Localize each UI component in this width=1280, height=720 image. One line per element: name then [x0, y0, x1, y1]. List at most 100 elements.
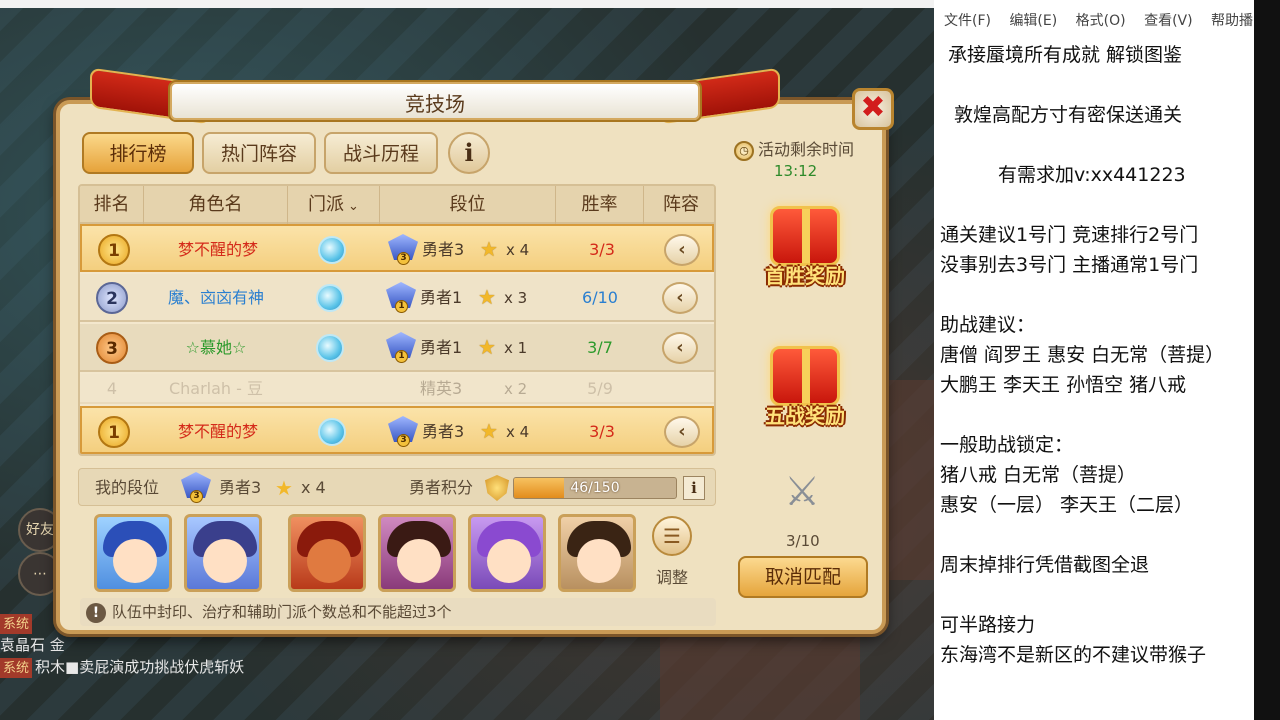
note-line: 没事别去3号门 主播通常1号门 — [940, 254, 1199, 276]
notepad-window: 文件(F) 编辑(E) 格式(O) 查看(V) 帮助播 承接蜃境所有成就 解锁图… — [934, 0, 1254, 720]
gift-box-icon — [770, 206, 840, 266]
star-icon: ★ — [478, 285, 496, 309]
rank-number: 4 — [106, 379, 118, 398]
view-lineup-button[interactable]: ‹ — [664, 416, 700, 448]
star-count: x 2 — [504, 380, 528, 398]
note-line: 大鹏王 李天王 孙悟空 猪八戒 — [940, 374, 1187, 396]
header-winrate: 胜率 — [556, 186, 644, 224]
star-count: x 4 — [506, 423, 530, 441]
screen: 好友 ⋯ 系统 袁晶石 金 系统 积木■卖屁演成功挑战伏虎斩妖 竞技场 ✖ 排行榜… — [0, 0, 1280, 720]
channel-tag: 系统 — [0, 614, 33, 634]
menu-help[interactable]: 帮助播 — [1211, 13, 1253, 29]
note-line: 助战建议： — [940, 314, 1036, 336]
note-line: 东海湾不是新区的不建议带猴子 — [940, 644, 1207, 666]
battle-count: 3/10 — [786, 532, 820, 550]
tier-title: 勇者1 — [420, 288, 463, 307]
view-lineup-button[interactable]: ‹ — [662, 282, 698, 314]
silver-medal-icon: 2 — [96, 282, 128, 314]
note-line: 惠安（一层） 李天王（二层） — [940, 494, 1194, 516]
tier-badge-icon: 3 — [388, 416, 418, 448]
header-rank: 排名 — [80, 186, 144, 224]
hero-portrait[interactable] — [558, 514, 636, 592]
tier-title: 勇者3 — [422, 422, 465, 441]
lineup-tip: ! 队伍中封印、治疗和辅助门派个数总和不能超过3个 — [80, 598, 716, 626]
menu-file[interactable]: 文件(F) — [944, 13, 991, 29]
chevron-left-icon: ‹ — [676, 287, 684, 308]
tier-badge-icon: 1 — [386, 332, 416, 364]
star-count: x 4 — [506, 241, 530, 259]
table-row[interactable]: 3 ☆慕她☆ 1 勇者1 ★ x 1 3/7 ‹ — [80, 324, 714, 372]
header-lineup: 阵容 — [663, 194, 699, 215]
tab-leaderboard[interactable]: 排行榜 — [82, 132, 194, 174]
menu-format[interactable]: 格式(O) — [1076, 13, 1126, 29]
view-lineup-button[interactable]: ‹ — [662, 332, 698, 364]
player-name: 梦不醒的梦 — [177, 422, 258, 441]
gold-medal-icon: 1 — [98, 234, 130, 266]
clock-icon: ◷ — [734, 140, 754, 161]
star-icon: ★ — [480, 419, 498, 443]
my-rank-label: 我的段位 — [95, 478, 160, 497]
my-ranking-row[interactable]: 1 梦不醒的梦 3 勇者3 ★ x 4 3/3 ‹ — [80, 406, 714, 454]
header-name: 角色名 — [144, 186, 288, 224]
table-header: 排名 角色名 门派 ⌄ 段位 胜率 阵容 — [80, 186, 714, 224]
table-row[interactable]: 2 魔、㐫㐫有神 1 勇者1 ★ x 3 6/10 ‹ — [80, 274, 714, 322]
note-line: 可半路接力 — [940, 614, 1036, 636]
chat-line: 系统 积木■卖屁演成功挑战伏虎斩妖 — [0, 656, 350, 678]
win-rate: 5/9 — [587, 379, 613, 398]
tab-battle-history[interactable]: 战斗历程 — [324, 132, 438, 174]
cancel-match-button[interactable]: 取消匹配 — [738, 556, 868, 598]
menu-icon: ☰ — [652, 516, 692, 556]
gold-medal-icon: 1 — [98, 416, 130, 448]
win-rate: 3/3 — [589, 422, 615, 441]
tier-badge-icon: 3 — [388, 234, 418, 266]
close-button[interactable]: ✖ — [852, 88, 894, 130]
bronze-medal-icon: 3 — [96, 332, 128, 364]
player-name: Charlah - 豆 — [168, 379, 264, 398]
school-water-icon — [318, 236, 346, 264]
tab-popular-lineups[interactable]: 热门阵容 — [202, 132, 316, 174]
note-line: 唐僧 阎罗王 惠安 白无常（菩提） — [940, 344, 1225, 366]
shield-icon — [485, 475, 509, 501]
view-lineup-button[interactable]: ‹ — [664, 234, 700, 266]
info-icon[interactable]: i — [448, 132, 490, 174]
dialog-title: 竞技场 — [405, 92, 465, 116]
menu-view[interactable]: 查看(V) — [1144, 13, 1193, 29]
event-timer-label: ◷ 活动剩余时间 — [734, 136, 884, 161]
table-row[interactable]: 1 梦不醒的梦 3 勇者3 ★ x 4 3/3 ‹ — [80, 224, 714, 272]
hero-portrait[interactable] — [288, 514, 366, 592]
star-count: x 3 — [504, 289, 528, 307]
my-rank-bar: 我的段位 3 勇者3 ★ x 4 勇者积分 46/150 i — [78, 468, 716, 506]
note-line: 敦煌高配方寸有密保送通关 — [954, 104, 1183, 126]
table-row[interactable]: 4 Charlah - 豆 精英3 x 2 5/9 — [80, 374, 714, 404]
points-progress-bar: 46/150 — [513, 477, 677, 499]
my-star-count: x 4 — [301, 478, 326, 497]
channel-tag: 系统 — [0, 658, 33, 678]
hero-portrait[interactable] — [184, 514, 262, 592]
star-icon: ★ — [478, 335, 496, 359]
win-rate: 3/3 — [589, 240, 615, 259]
window-top-strip — [0, 0, 934, 8]
event-timer-value: 13:12 — [774, 162, 818, 180]
hero-portrait[interactable] — [378, 514, 456, 592]
adjust-lineup-button[interactable]: ☰ 调整 — [648, 516, 696, 588]
hero-portrait[interactable] — [94, 514, 172, 592]
info-icon[interactable]: i — [683, 476, 705, 500]
note-line: 有需求加v:xx441223 — [998, 164, 1186, 186]
hero-portrait[interactable] — [468, 514, 546, 592]
menu-edit[interactable]: 编辑(E) — [1009, 13, 1057, 29]
chevron-left-icon: ‹ — [676, 337, 684, 358]
progress-text: 46/150 — [570, 480, 620, 496]
school-water-icon — [318, 418, 346, 446]
screen-edge — [1254, 0, 1280, 720]
first-win-reward-button[interactable]: 首胜奖励 — [760, 200, 850, 296]
header-school[interactable]: 门派 ⌄ — [288, 186, 380, 224]
star-icon: ★ — [480, 237, 498, 261]
crossed-swords-icon: ⚔ — [784, 469, 820, 515]
player-name: 魔、㐫㐫有神 — [167, 288, 264, 307]
win-rate: 3/7 — [587, 338, 613, 357]
note-line: 猪八戒 白无常（菩提） — [940, 464, 1137, 486]
five-battle-reward-button[interactable]: 五战奖励 — [760, 340, 850, 436]
school-water-icon — [316, 334, 344, 362]
header-tier: 段位 — [380, 186, 556, 224]
tier-title: 精英3 — [420, 379, 463, 398]
